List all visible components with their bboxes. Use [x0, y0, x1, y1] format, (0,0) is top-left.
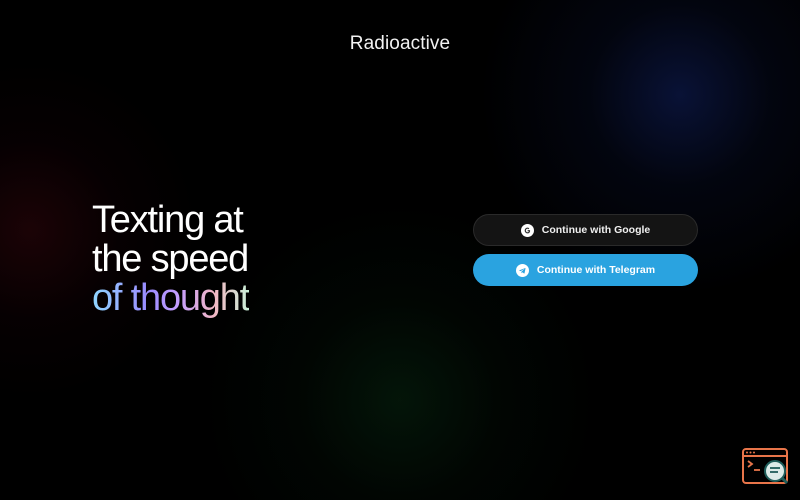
google-button-label: Continue with Google — [541, 224, 651, 236]
auth-buttons: Continue with Google Continue with Teleg… — [473, 214, 698, 294]
continue-with-telegram-button[interactable]: Continue with Telegram — [473, 254, 698, 286]
brand-title: Radioactive — [349, 33, 451, 54]
continue-with-google-button[interactable]: Continue with Google — [473, 214, 698, 246]
terminal-search-icon — [742, 448, 789, 485]
login-page: Radioactive Texting at the speed of thou… — [0, 0, 800, 500]
telegram-button-label: Continue with Telegram — [536, 264, 656, 276]
hero-line-3: of thought — [92, 277, 250, 319]
hero-line-1: Texting at — [92, 199, 244, 241]
hero-headline: Texting at the speed of thought — [92, 199, 250, 319]
telegram-icon — [515, 263, 529, 277]
google-icon — [520, 223, 534, 237]
terminal-search-widget[interactable] — [742, 448, 790, 486]
hero-line-2: the speed — [92, 238, 249, 280]
